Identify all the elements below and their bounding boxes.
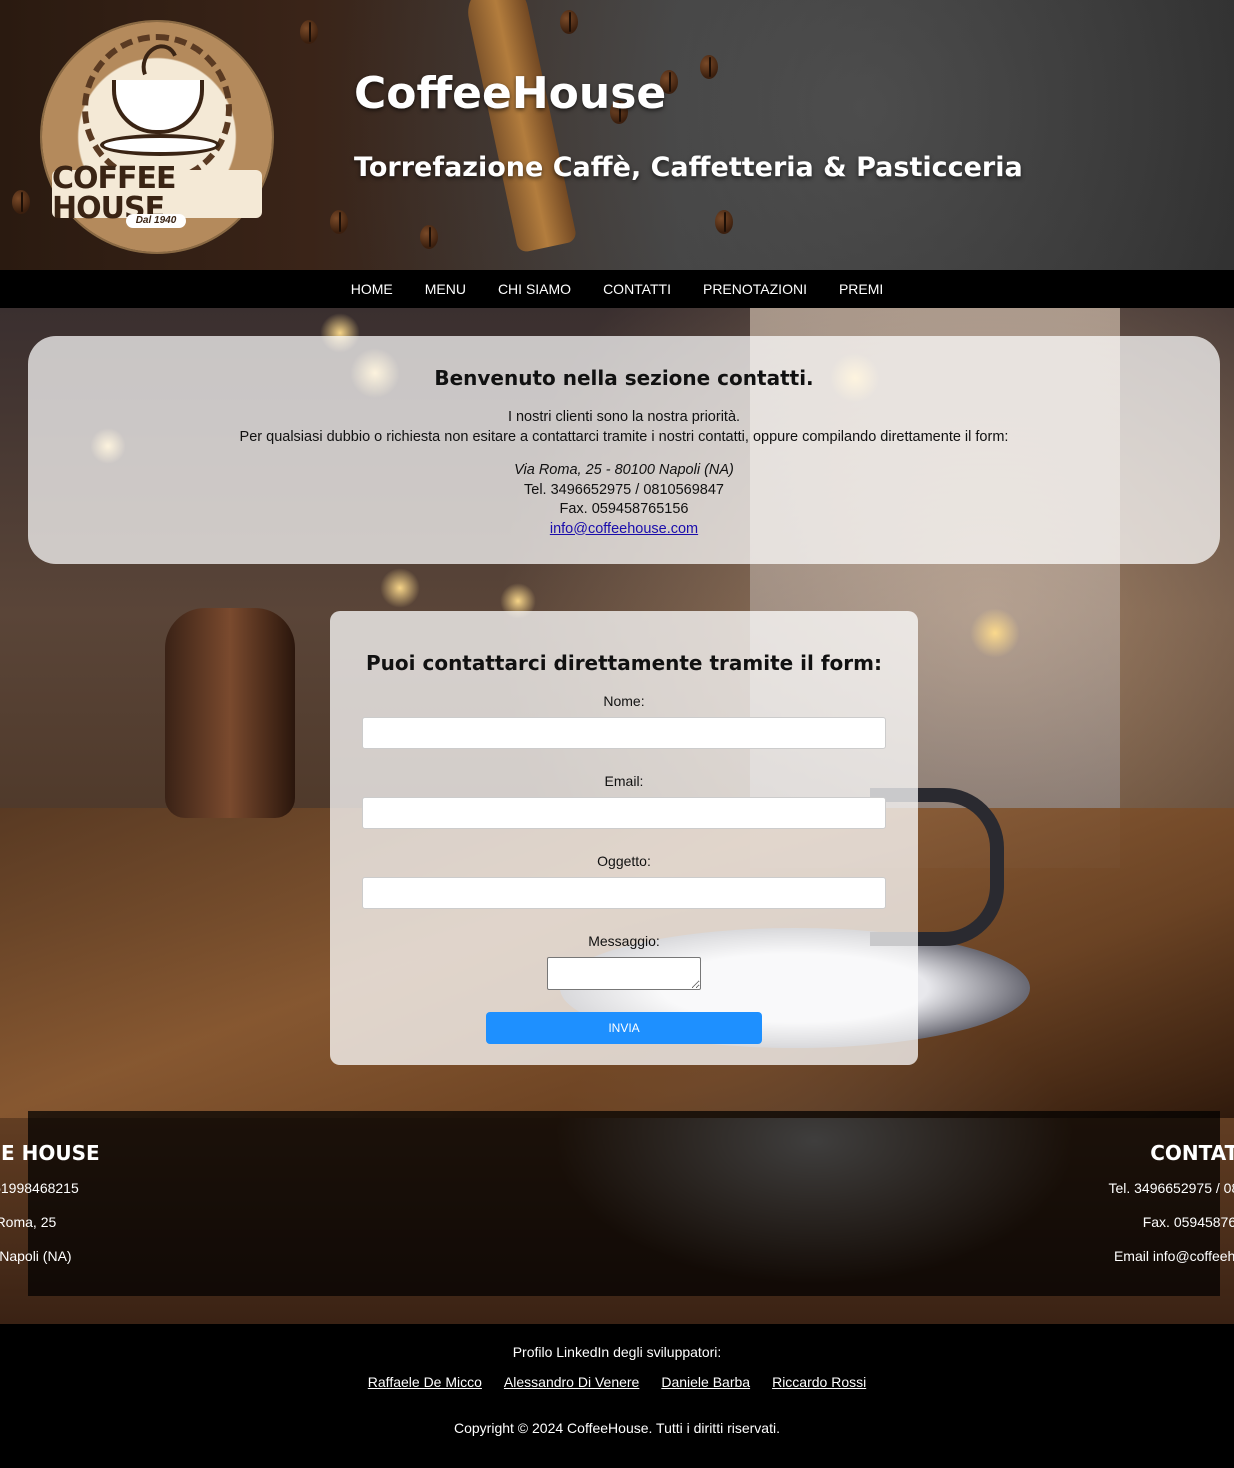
site-title: CoffeeHouse [354, 68, 667, 119]
contact-fax: Fax. 059458765156 [559, 501, 689, 517]
coffee-bean [700, 55, 718, 79]
message-label: Messaggio: [588, 933, 660, 949]
background-jug [165, 608, 295, 818]
footer-vat: P.IVA 051998468215 [0, 1180, 79, 1196]
bokeh-light [970, 608, 1020, 658]
coffee-bean [12, 190, 30, 214]
saucer-icon [100, 134, 220, 156]
email-label: Email: [604, 773, 644, 789]
nav-item-premi[interactable]: PREMI [823, 281, 899, 297]
contact-info-box: Benvenuto nella sezione contatti. I nost… [28, 336, 1220, 564]
footer-email: Email info@coffeehouse.com [1113, 1248, 1234, 1264]
site-header: COFFEE HOUSE Dal 1940 CoffeeHouse Torref… [0, 0, 1234, 270]
footer-city: 80100 Napoli (NA) [0, 1248, 72, 1264]
subject-label: Oggetto: [597, 853, 651, 869]
coffee-bean [560, 10, 578, 34]
main-navigation: HOME MENU CHI SIAMO CONTATTI PRENOTAZION… [0, 270, 1234, 308]
coffee-scoop-image [462, 0, 578, 254]
nav-item-menu[interactable]: MENU [409, 281, 482, 297]
coffee-bean [300, 20, 318, 44]
nav-item-prenotazioni[interactable]: PRENOTAZIONI [687, 281, 823, 297]
coffee-bean [330, 210, 348, 234]
submit-button[interactable]: INVIA [486, 1012, 762, 1044]
contact-form: Puoi contattarci direttamente tramite il… [330, 611, 918, 1065]
developer-link-3[interactable]: Daniele Barba [661, 1374, 750, 1390]
logo-banner: COFFEE HOUSE [52, 164, 262, 224]
main-content: Benvenuto nella sezione contatti. I nost… [0, 308, 1234, 1324]
contact-email-link[interactable]: info@coffeehouse.com [550, 521, 698, 537]
footer-street: Via Roma, 25 [0, 1214, 57, 1230]
nav-item-contatti[interactable]: CONTATTI [587, 281, 687, 297]
nav-item-chi-siamo[interactable]: CHI SIAMO [482, 281, 587, 297]
contact-info-line2: Per qualsiasi dubbio o richiesta non esi… [239, 428, 1009, 445]
developer-link-1[interactable]: Raffaele De Micco [368, 1374, 482, 1390]
name-input[interactable] [362, 717, 886, 749]
developer-link-2[interactable]: Alessandro Di Venere [504, 1374, 639, 1390]
site-logo[interactable]: COFFEE HOUSE Dal 1940 [42, 22, 272, 252]
contact-tel: Tel. 3496652975 / 0810569847 [524, 481, 724, 498]
footer-fax: Fax. 059458765156 [1142, 1214, 1234, 1230]
form-title: Puoi contattarci direttamente tramite il… [366, 651, 882, 675]
email-input[interactable] [362, 797, 886, 829]
contact-address: Via Roma, 25 - 80100 Napoli (NA) [514, 462, 734, 478]
site-footer: Profilo LinkedIn degli sviluppatori: Raf… [0, 1324, 1234, 1468]
bokeh-light [380, 568, 420, 608]
logo-subtext: Dal 1940 [126, 214, 186, 228]
developer-links: Raffaele De Micco Alessandro Di Venere D… [0, 1374, 1234, 1390]
developer-link-4[interactable]: Riccardo Rossi [772, 1374, 866, 1390]
copyright-text: Copyright © 2024 CoffeeHouse. Tutti i di… [454, 1420, 780, 1436]
coffee-bean [420, 225, 438, 249]
nav-item-home[interactable]: HOME [335, 281, 409, 297]
message-textarea[interactable] [547, 957, 701, 990]
developers-title: Profilo LinkedIn degli sviluppatori: [512, 1344, 722, 1360]
subject-input[interactable] [362, 877, 886, 909]
footer-company-column: COFFEE HOUSE P.IVA 051998468215 Via Roma… [0, 1111, 312, 1296]
name-label: Nome: [603, 693, 645, 709]
site-subtitle: Torrefazione Caffè, Caffetteria & Pastic… [354, 152, 1023, 183]
contact-info-title: Benvenuto nella sezione contatti. [434, 366, 814, 390]
footer-contacts-column: CONTATTI Tel. 3496652975 / 0810569847 Fa… [907, 1111, 1234, 1296]
footer-company-title: COFFEE HOUSE [0, 1141, 100, 1165]
footer-info-panel: COFFEE HOUSE P.IVA 051998468215 Via Roma… [0, 1111, 1234, 1296]
coffee-bean [715, 210, 733, 234]
footer-tel: Tel. 3496652975 / 0810569847 [1108, 1180, 1234, 1196]
contact-info-line1: I nostri clienti sono la nostra priorità… [507, 409, 741, 425]
footer-contacts-title: CONTATTI [1150, 1141, 1234, 1165]
